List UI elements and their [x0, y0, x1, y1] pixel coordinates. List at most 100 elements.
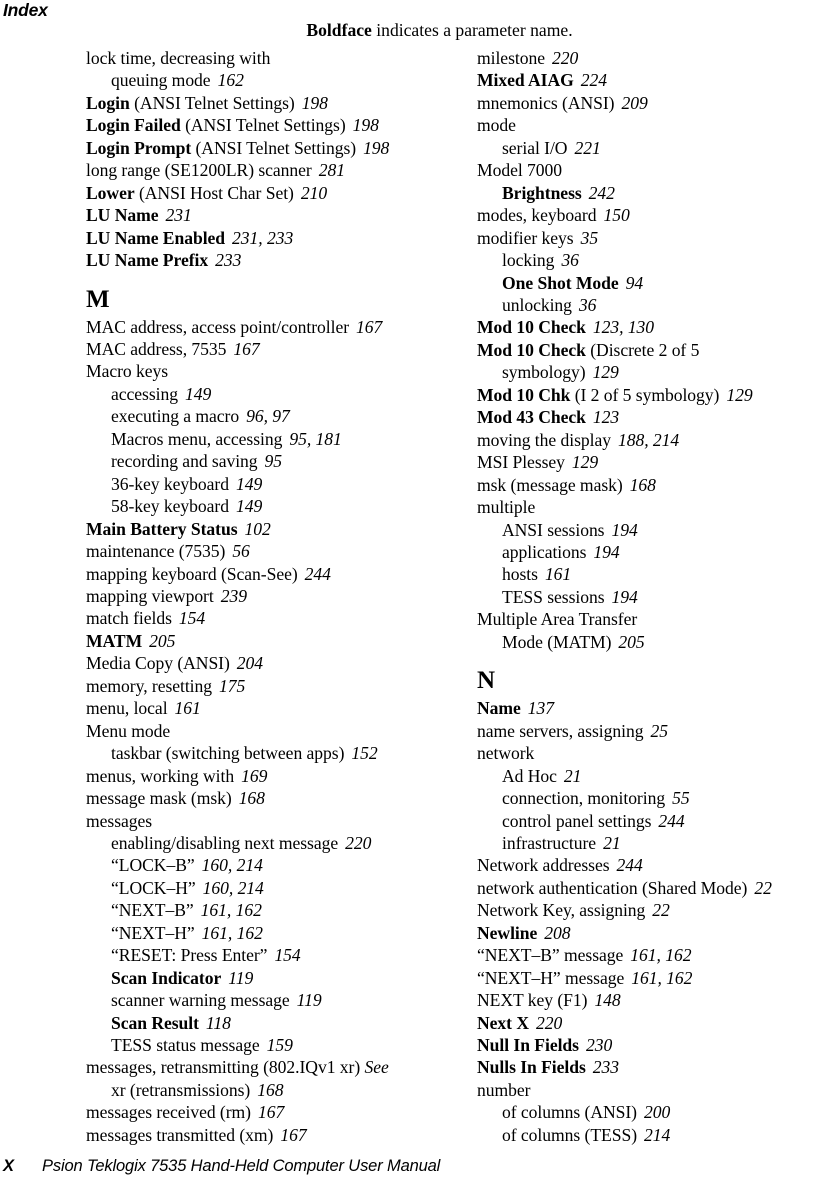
index-entry[interactable]: moving the display 188, 214 — [477, 429, 822, 451]
index-entry[interactable]: “NEXT–H” 161, 162 — [86, 922, 431, 944]
index-entry[interactable]: Scan Result 118 — [86, 1012, 431, 1034]
index-entry-page-refs[interactable]: 150 — [596, 205, 629, 225]
index-entry[interactable]: match fields 154 — [86, 607, 431, 629]
index-entry[interactable]: taskbar (switching between apps) 152 — [86, 742, 431, 764]
index-entry[interactable]: Mixed AIAG 224 — [477, 69, 822, 91]
index-entry[interactable]: Mod 43 Check 123 — [477, 406, 822, 428]
index-entry-page-refs[interactable]: 281 — [312, 160, 345, 180]
index-entry[interactable]: Media Copy (ANSI) 204 — [86, 652, 431, 674]
index-entry[interactable]: locking 36 — [477, 249, 822, 271]
index-entry-page-refs[interactable]: 233 — [208, 250, 241, 270]
index-entry[interactable]: Scan Indicator 119 — [86, 967, 431, 989]
index-entry-page-refs[interactable]: 161, 162 — [194, 900, 262, 920]
index-entry[interactable]: milestone 220 — [477, 47, 822, 69]
index-entry-page-refs[interactable]: 221 — [567, 138, 600, 158]
index-entry[interactable]: Mode (MATM) 205 — [477, 631, 822, 653]
index-entry-page-refs[interactable]: 168 — [232, 788, 265, 808]
index-entry[interactable]: “NEXT–H” message 161, 162 — [477, 967, 822, 989]
index-entry[interactable]: Mod 10 Check (Discrete 2 of 5 — [477, 339, 822, 361]
index-entry[interactable]: msk (message mask) 168 — [477, 474, 822, 496]
index-entry-page-refs[interactable]: 148 — [587, 990, 620, 1010]
index-entry-page-refs[interactable]: 119 — [221, 968, 253, 988]
index-entry[interactable]: scanner warning message 119 — [86, 989, 431, 1011]
index-entry[interactable]: name servers, assigning 25 — [477, 720, 822, 742]
index-entry[interactable]: Name 137 — [477, 697, 822, 719]
index-entry[interactable]: serial I/O 221 — [477, 137, 822, 159]
index-entry-page-refs[interactable]: 194 — [605, 587, 638, 607]
index-entry[interactable]: network — [477, 742, 822, 764]
index-entry-page-refs[interactable]: 244 — [610, 855, 643, 875]
index-entry-page-refs[interactable]: 210 — [294, 183, 327, 203]
index-entry[interactable]: “NEXT–B” 161, 162 — [86, 899, 431, 921]
index-entry[interactable]: Multiple Area Transfer — [477, 608, 822, 630]
index-entry-page-refs[interactable]: 21 — [596, 833, 621, 853]
index-entry-page-refs[interactable]: 129 — [719, 385, 752, 405]
index-entry[interactable]: modes, keyboard 150 — [477, 204, 822, 226]
index-entry[interactable]: TESS status message 159 — [86, 1034, 431, 1056]
index-entry[interactable]: message mask (msk) 168 — [86, 787, 431, 809]
index-entry-page-refs[interactable]: 96, 97 — [239, 406, 290, 426]
index-entry-page-refs[interactable]: 231 — [158, 205, 191, 225]
index-entry-page-refs[interactable]: 169 — [234, 766, 267, 786]
index-entry-page-refs[interactable]: 188, 214 — [611, 430, 679, 450]
index-entry-page-refs[interactable]: 194 — [604, 520, 637, 540]
index-entry[interactable]: lock time, decreasing with — [86, 47, 431, 69]
index-entry[interactable]: mode — [477, 114, 822, 136]
index-entry[interactable]: messages — [86, 810, 431, 832]
index-entry[interactable]: messages transmitted (xm) 167 — [86, 1124, 431, 1146]
index-entry-page-refs[interactable]: 118 — [199, 1013, 231, 1033]
index-entry[interactable]: modifier keys 35 — [477, 227, 822, 249]
index-entry[interactable]: “LOCK–B” 160, 214 — [86, 854, 431, 876]
index-entry[interactable]: MSI Plessey 129 — [477, 451, 822, 473]
index-entry[interactable]: number — [477, 1079, 822, 1101]
index-entry-page-refs[interactable]: 242 — [582, 183, 615, 203]
index-entry-page-refs[interactable]: 233 — [586, 1057, 619, 1077]
index-entry-page-refs[interactable]: 36 — [572, 295, 597, 315]
index-entry-page-refs[interactable]: 220 — [529, 1013, 562, 1033]
index-entry-page-refs[interactable]: 25 — [643, 721, 668, 741]
index-entry-page-refs[interactable]: 162 — [211, 70, 244, 90]
index-entry-page-refs[interactable]: 198 — [295, 93, 328, 113]
index-entry-page-refs[interactable]: 220 — [338, 833, 371, 853]
index-entry-page-refs[interactable]: 149 — [229, 496, 262, 516]
index-entry-page-refs[interactable]: 137 — [521, 698, 554, 718]
index-entry[interactable]: Brightness 242 — [477, 182, 822, 204]
index-entry[interactable]: hosts 161 — [477, 563, 822, 585]
index-entry[interactable]: Next X 220 — [477, 1012, 822, 1034]
index-entry[interactable]: Menu mode — [86, 720, 431, 742]
index-entry[interactable]: “RESET: Press Enter” 154 — [86, 944, 431, 966]
index-entry[interactable]: 36-key keyboard 149 — [86, 473, 431, 495]
index-entry[interactable]: network authentication (Shared Mode) 22 — [477, 877, 822, 899]
index-entry-page-refs[interactable]: 231, 233 — [225, 228, 293, 248]
index-entry[interactable]: messages, retransmitting (802.IQv1 xr) S… — [86, 1056, 431, 1078]
index-entry[interactable]: ANSI sessions 194 — [477, 519, 822, 541]
index-entry[interactable]: Login Prompt (ANSI Telnet Settings) 198 — [86, 137, 431, 159]
index-entry-page-refs[interactable]: 168 — [250, 1080, 283, 1100]
index-entry[interactable]: messages received (rm) 167 — [86, 1101, 431, 1123]
index-entry[interactable]: Model 7000 — [477, 159, 822, 181]
index-entry-page-refs[interactable]: 198 — [346, 115, 379, 135]
index-entry-page-refs[interactable]: 149 — [229, 474, 262, 494]
index-entry-page-refs[interactable]: 224 — [574, 70, 607, 90]
index-entry[interactable]: One Shot Mode 94 — [477, 272, 822, 294]
index-entry-page-refs[interactable]: 205 — [142, 631, 175, 651]
index-entry-page-refs[interactable]: 119 — [290, 990, 322, 1010]
index-entry[interactable]: Mod 10 Chk (I 2 of 5 symbology) 129 — [477, 384, 822, 406]
index-entry-page-refs[interactable]: 95, 181 — [282, 429, 341, 449]
index-entry-page-refs[interactable]: 94 — [619, 273, 644, 293]
index-entry[interactable]: Macro keys — [86, 360, 431, 382]
index-entry[interactable]: Mod 10 Check 123, 130 — [477, 316, 822, 338]
index-entry[interactable]: memory, resetting 175 — [86, 675, 431, 697]
index-entry[interactable]: queuing mode 162 — [86, 69, 431, 91]
index-entry[interactable]: MATM 205 — [86, 630, 431, 652]
index-entry[interactable]: Main Battery Status 102 — [86, 518, 431, 540]
index-entry[interactable]: symbology) 129 — [477, 361, 822, 383]
index-entry-page-refs[interactable]: 22 — [747, 878, 772, 898]
index-entry[interactable]: xr (retransmissions) 168 — [86, 1079, 431, 1101]
index-entry[interactable]: LU Name Prefix 233 — [86, 249, 431, 271]
index-entry-page-refs[interactable]: 161, 162 — [195, 923, 263, 943]
index-entry-page-refs[interactable]: 214 — [637, 1125, 670, 1145]
index-entry-page-refs[interactable]: 95 — [258, 451, 283, 471]
index-entry[interactable]: MAC address, 7535 167 — [86, 338, 431, 360]
index-entry[interactable]: Nulls In Fields 233 — [477, 1056, 822, 1078]
